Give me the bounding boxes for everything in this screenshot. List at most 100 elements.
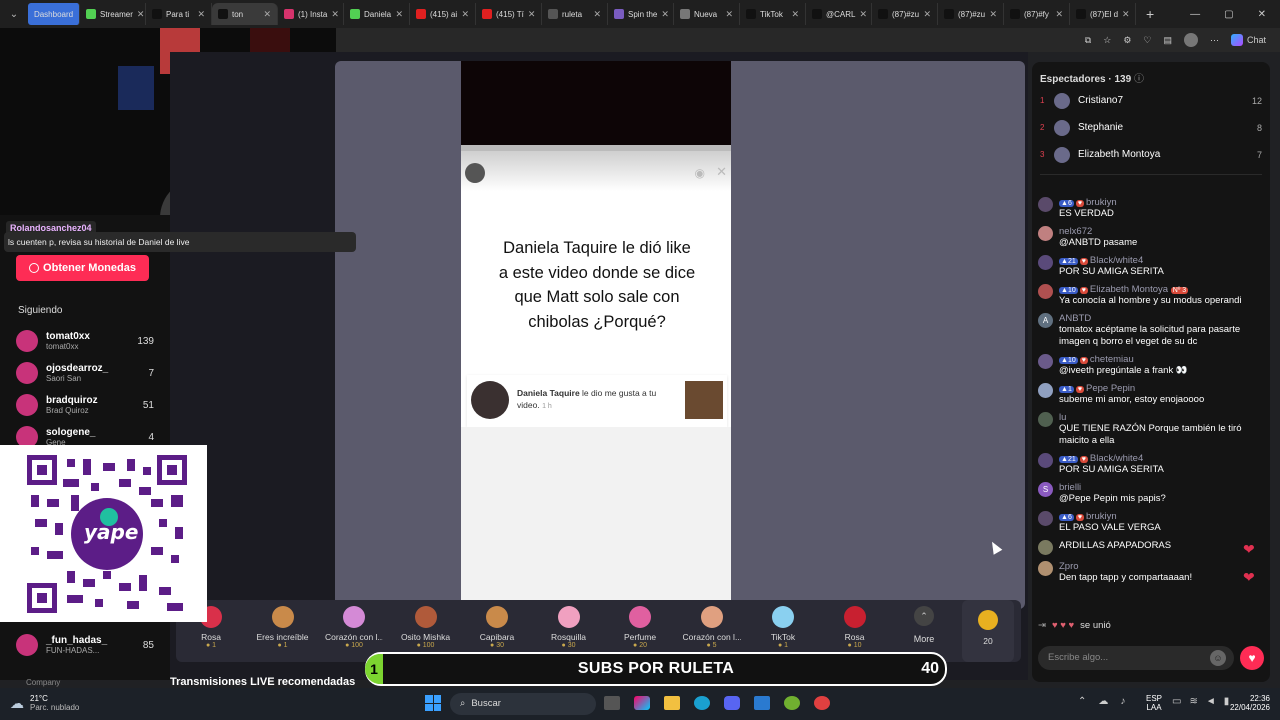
app-icon[interactable]: [754, 696, 770, 710]
app-icon-2[interactable]: [784, 696, 800, 710]
gift-item[interactable]: Perfume ● 20: [611, 606, 669, 649]
collections-icon[interactable]: ▤: [1163, 35, 1172, 46]
top-viewer-row[interactable]: 1 Cristiano7 12: [1032, 87, 1270, 114]
chat-message[interactable]: ▲6 ♥ brukiyn EL PASO VALE VERGA: [1032, 508, 1270, 537]
close-tab-icon[interactable]: ✕: [528, 9, 536, 20]
task-view-icon[interactable]: [604, 696, 620, 710]
new-tab-icon[interactable]: +: [1146, 6, 1154, 22]
browser-tab[interactable]: Nueva ✕: [674, 3, 740, 25]
gift-item[interactable]: Osito Mishka ● 100: [397, 606, 455, 649]
windows-start-icon[interactable]: [425, 695, 441, 711]
chat-message[interactable]: ARDILLAS APAPADORAS: [1032, 537, 1270, 558]
gift-item[interactable]: TikTok ● 1: [754, 606, 812, 649]
close-tab-icon[interactable]: ✕: [197, 9, 205, 20]
browser-tab[interactable]: (1) Insta ✕: [278, 3, 344, 25]
emoji-icon[interactable]: ☺: [1210, 650, 1226, 666]
browser-tab[interactable]: (415) ai ✕: [410, 3, 476, 25]
file-explorer-icon[interactable]: [664, 696, 680, 710]
browser-tab[interactable]: Dashboard: [28, 3, 80, 25]
top-viewer-row[interactable]: 2 Stephanie 8: [1032, 114, 1270, 141]
chat-message[interactable]: S brielli @Pepe Pepin mis papis?: [1032, 479, 1270, 508]
copilot-chat-button[interactable]: Chat: [1230, 34, 1266, 46]
tray-chevron-icon[interactable]: ⌃: [1078, 696, 1086, 707]
volume-icon[interactable]: ◄: [1206, 696, 1216, 707]
close-tab-icon[interactable]: ✕: [989, 9, 997, 20]
browser-tab[interactable]: ton ✕: [212, 3, 278, 25]
close-tab-icon[interactable]: ✕: [137, 9, 145, 20]
close-tab-icon[interactable]: ✕: [461, 9, 469, 20]
chat-message[interactable]: nelx672 @ANBTD pasame: [1032, 223, 1270, 252]
browser-tab[interactable]: (87)#zu ✕: [938, 3, 1004, 25]
close-tab-icon[interactable]: ✕: [1055, 9, 1063, 20]
tab-search-chevron-icon[interactable]: ⌄: [0, 9, 28, 20]
chat-message[interactable]: ▲21 ♥ Black/white4 POR SU AMIGA SERITA: [1032, 450, 1270, 479]
taskbar-search[interactable]: ⌕ Buscar: [450, 693, 596, 715]
close-tab-icon[interactable]: ✕: [859, 9, 867, 20]
close-tab-icon[interactable]: ✕: [593, 9, 601, 20]
bookmark-star-icon[interactable]: ☆: [1103, 35, 1111, 46]
edge-icon[interactable]: [694, 696, 710, 710]
browser-tab[interactable]: (87)#zu ✕: [872, 3, 938, 25]
get-coins-button[interactable]: Obtener Monedas: [16, 255, 149, 281]
close-tab-icon[interactable]: ✕: [725, 9, 733, 20]
language-indicator[interactable]: ESP LAA: [1146, 694, 1162, 712]
coin-balance[interactable]: 20: [962, 600, 1014, 662]
following-item[interactable]: bradquiroz Brad Quiroz 51: [0, 389, 170, 421]
minimize-icon[interactable]: —: [1190, 9, 1200, 20]
close-tab-icon[interactable]: ✕: [331, 9, 339, 20]
chat-message[interactable]: A ANBTD tomatox acéptame la solicitud pa…: [1032, 310, 1270, 351]
close-tab-icon[interactable]: ✕: [1122, 9, 1130, 20]
browser-tab[interactable]: (415) Tí ✕: [476, 3, 542, 25]
chat-message[interactable]: ▲6 ♥ brukiyn ES VERDAD: [1032, 194, 1270, 223]
browser-tab[interactable]: (87)#fy ✕: [1004, 3, 1070, 25]
chat-input[interactable]: Escribe algo...: [1038, 646, 1234, 670]
gift-item[interactable]: Rosquilla ● 30: [540, 606, 598, 649]
gift-item[interactable]: Corazón con l... ● 100: [325, 606, 383, 649]
mic-icon[interactable]: ♪: [1120, 696, 1125, 707]
browser-tab[interactable]: Streamer ✕: [80, 3, 146, 25]
chat-message[interactable]: lu QUE TIENE RAZÓN Porque también le tir…: [1032, 409, 1270, 450]
gift-item[interactable]: Corazón con l... ● 5: [683, 606, 741, 649]
chat-message[interactable]: ▲1 ♥ Pepe Pepin subeme mi amor, estoy enoj…: [1032, 380, 1270, 409]
favorites-icon[interactable]: ♡: [1143, 35, 1151, 46]
browser-tab[interactable]: Daniela ✕: [344, 3, 410, 25]
browser-tab[interactable]: Para ti ✕: [146, 3, 212, 25]
gift-item[interactable]: Eres increíble ● 1: [254, 606, 312, 649]
more-menu-icon[interactable]: ⋯: [1210, 35, 1219, 46]
browser-tab[interactable]: ruleta ✕: [542, 3, 608, 25]
weather-widget[interactable]: ☁ 21°C Parc. nublado: [10, 694, 79, 712]
chat-message[interactable]: Zpro Den tapp tapp y compartaaaan!: [1032, 558, 1270, 587]
browser-tab[interactable]: TikTok ✕: [740, 3, 806, 25]
top-viewer-row[interactable]: 3 Elizabeth Montoya 7: [1032, 141, 1270, 168]
browser-tab[interactable]: Spin the ✕: [608, 3, 674, 25]
chat-message[interactable]: ▲10 ♥ chetemiau @iveeth pregúntale a frank…: [1032, 351, 1270, 380]
close-window-icon[interactable]: ✕: [1258, 9, 1266, 20]
following-item-fun-hadas[interactable]: _fun_hadas_ FUN-HADAS... 85: [0, 629, 170, 661]
copilot-icon[interactable]: [634, 696, 650, 710]
chat-message[interactable]: ▲10 ♥ Elizabeth Montoya Nº 3 Ya conocía al…: [1032, 281, 1270, 310]
clock[interactable]: 22:36 22/04/2026: [1222, 694, 1270, 712]
gift-item[interactable]: Rosa ● 10: [826, 606, 884, 649]
close-tab-icon[interactable]: ✕: [263, 9, 271, 20]
chat-message[interactable]: ▲21 ♥ Black/white4 POR SU AMIGA SERITA: [1032, 252, 1270, 281]
wifi-icon[interactable]: ≋: [1189, 696, 1197, 707]
display-icon[interactable]: ▭: [1172, 696, 1181, 707]
maximize-icon[interactable]: ▢: [1224, 9, 1233, 20]
cloud-icon[interactable]: ☁: [1098, 696, 1108, 707]
close-tab-icon[interactable]: ✕: [923, 9, 931, 20]
open-external-icon[interactable]: ⧉: [1085, 35, 1091, 46]
like-heart-button[interactable]: ♥: [1240, 646, 1264, 670]
profile-avatar[interactable]: [1183, 33, 1198, 47]
discord-icon[interactable]: [724, 696, 740, 710]
browser-tab[interactable]: @CARL ✕: [806, 3, 872, 25]
following-item[interactable]: tomat0xx tomat0xx 139: [0, 325, 170, 357]
more-gifts-button[interactable]: ⌃ More: [904, 606, 944, 644]
app-icon-3[interactable]: [814, 696, 830, 710]
following-item[interactable]: ojosdearroz_ Saori San 7: [0, 357, 170, 389]
close-tab-icon[interactable]: ✕: [791, 9, 799, 20]
browser-tab[interactable]: (87)El d ✕: [1070, 3, 1136, 25]
gift-item[interactable]: Capibara ● 30: [468, 606, 526, 649]
close-tab-icon[interactable]: ✕: [395, 9, 403, 20]
extensions-icon[interactable]: ⚙: [1123, 35, 1131, 46]
close-tab-icon[interactable]: ✕: [661, 9, 669, 20]
